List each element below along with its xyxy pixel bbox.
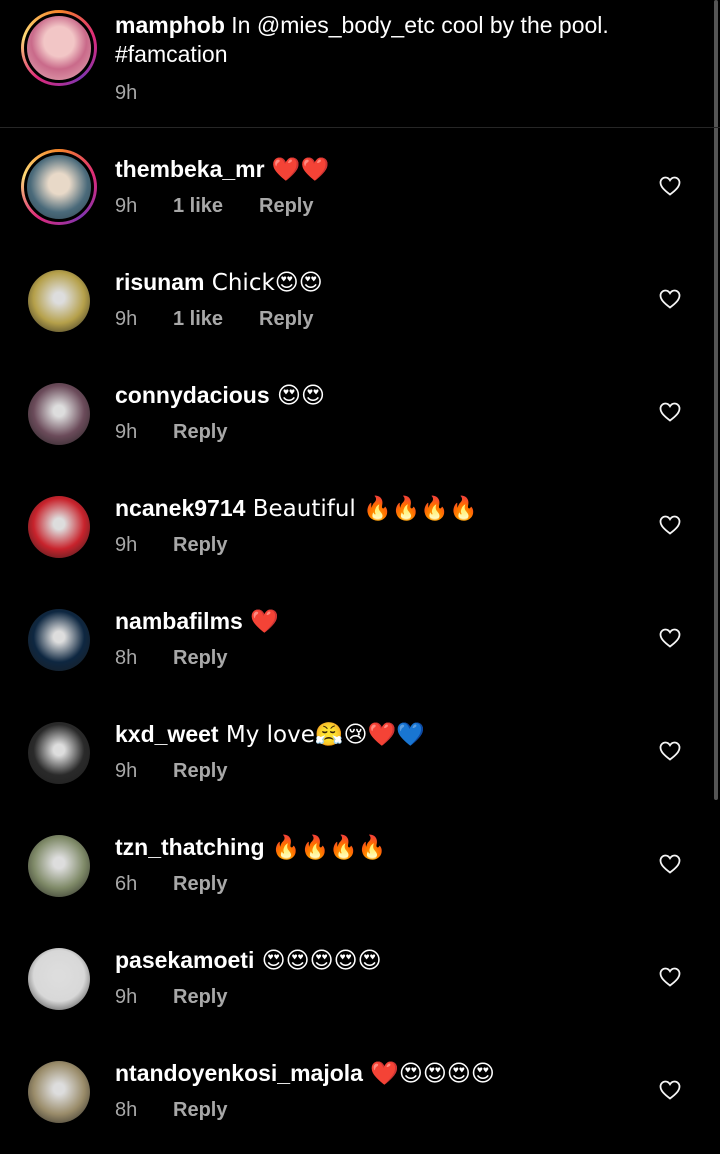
comment-meta: 9h Reply	[115, 986, 227, 1009]
comment-body: ❤️	[242, 609, 279, 635]
like-heart-icon[interactable]	[658, 1078, 682, 1102]
comment-body: 🔥🔥🔥🔥	[264, 835, 387, 861]
comment-username[interactable]: nambafilms	[115, 608, 243, 634]
comment-row: ntandoyenkosi_majola ❤️😍😍😍😍 8h Reply	[0, 1041, 720, 1154]
comment-likes[interactable]: 1 like	[173, 308, 259, 331]
like-heart-icon[interactable]	[658, 400, 682, 424]
comment-row: ncanek9714 Beautiful 🔥🔥🔥🔥 9h Reply	[0, 476, 720, 589]
avatar[interactable]	[28, 383, 90, 445]
reply-button[interactable]: Reply	[173, 1099, 227, 1122]
comment-body: Chick😍😍	[204, 270, 323, 296]
like-heart-icon[interactable]	[658, 739, 682, 763]
comment-body: ❤️😍😍😍😍	[362, 1061, 495, 1087]
comment-time: 6h	[115, 873, 138, 895]
avatar[interactable]	[21, 10, 97, 86]
comment-time: 8h	[115, 647, 138, 669]
caption-meta: 9h	[115, 82, 173, 105]
like-heart-icon[interactable]	[658, 626, 682, 650]
comment-row: pasekamoeti 😍😍😍😍😍 9h Reply	[0, 928, 720, 1041]
comment-meta: 9h 1 like Reply	[115, 308, 313, 331]
reply-button[interactable]: Reply	[173, 647, 227, 670]
comment-text: ncanek9714 Beautiful 🔥🔥🔥🔥	[115, 494, 655, 524]
avatar[interactable]	[28, 496, 90, 558]
comment-likes[interactable]: 1 like	[173, 195, 259, 218]
like-heart-icon[interactable]	[658, 513, 682, 537]
comment-text: risunam Chick😍😍	[115, 268, 655, 298]
avatar[interactable]	[28, 722, 90, 784]
comment-meta: 9h 1 like Reply	[115, 195, 313, 218]
comment-username[interactable]: thembeka_mr	[115, 156, 265, 182]
comment-time: 9h	[115, 534, 138, 556]
avatar[interactable]	[28, 609, 90, 671]
comment-meta: 8h Reply	[115, 647, 227, 670]
avatar[interactable]	[28, 270, 90, 332]
reply-button[interactable]: Reply	[259, 195, 313, 218]
comment-meta: 8h Reply	[115, 1099, 227, 1122]
comment-body: 😍😍	[269, 383, 325, 409]
comment-username[interactable]: kxd_weet	[115, 721, 219, 747]
comment-text: thembeka_mr ❤️❤️	[115, 155, 655, 185]
comment-meta: 9h Reply	[115, 421, 227, 444]
comment-meta: 9h Reply	[115, 534, 227, 557]
caption-time: 9h	[115, 82, 138, 104]
comment-time: 9h	[115, 195, 138, 217]
reply-button[interactable]: Reply	[173, 421, 227, 444]
caption-username[interactable]: mamphob	[115, 12, 225, 38]
comment-meta: 6h Reply	[115, 873, 227, 896]
comment-username[interactable]: connydacious	[115, 382, 270, 408]
reply-button[interactable]: Reply	[173, 986, 227, 1009]
comment-text: kxd_weet My love😤😢❤️💙	[115, 720, 655, 750]
reply-button[interactable]: Reply	[259, 308, 313, 331]
comment-time: 9h	[115, 308, 138, 330]
comment-row: tzn_thatching 🔥🔥🔥🔥 6h Reply	[0, 815, 720, 928]
caption-body: In @mies_body_etc cool by the pool.	[224, 12, 609, 38]
like-heart-icon[interactable]	[658, 287, 682, 311]
comment-text: connydacious 😍😍	[115, 381, 655, 411]
comment-row: connydacious 😍😍 9h Reply	[0, 363, 720, 476]
like-heart-icon[interactable]	[658, 965, 682, 989]
comment-time: 8h	[115, 1099, 138, 1121]
comment-text: pasekamoeti 😍😍😍😍😍	[115, 946, 655, 976]
comment-username[interactable]: ncanek9714	[115, 495, 245, 521]
comment-body: Beautiful 🔥🔥🔥🔥	[245, 496, 478, 522]
post-caption: mamphob In @mies_body_etc cool by the po…	[0, 0, 720, 128]
like-heart-icon[interactable]	[658, 174, 682, 198]
avatar[interactable]	[28, 835, 90, 897]
caption-text: mamphob In @mies_body_etc cool by the po…	[115, 11, 705, 69]
avatar[interactable]	[28, 1061, 90, 1123]
comment-time: 9h	[115, 986, 138, 1008]
comment-row: kxd_weet My love😤😢❤️💙 9h Reply	[0, 702, 720, 815]
comment-time: 9h	[115, 760, 138, 782]
comment-username[interactable]: ntandoyenkosi_majola	[115, 1060, 363, 1086]
reply-button[interactable]: Reply	[173, 760, 227, 783]
comment-row: nambafilms ❤️ 8h Reply	[0, 589, 720, 702]
comment-time: 9h	[115, 421, 138, 443]
comment-meta: 9h Reply	[115, 760, 227, 783]
comment-text: tzn_thatching 🔥🔥🔥🔥	[115, 833, 655, 863]
comment-username[interactable]: tzn_thatching	[115, 834, 265, 860]
comment-username[interactable]: risunam	[115, 269, 204, 295]
like-heart-icon[interactable]	[658, 852, 682, 876]
comment-username[interactable]: pasekamoeti	[115, 947, 254, 973]
avatar[interactable]	[28, 948, 90, 1010]
caption-hashtag[interactable]: #famcation	[115, 41, 228, 67]
reply-button[interactable]: Reply	[173, 534, 227, 557]
reply-button[interactable]: Reply	[173, 873, 227, 896]
comment-row: risunam Chick😍😍 9h 1 like Reply	[0, 250, 720, 363]
comment-text: ntandoyenkosi_majola ❤️😍😍😍😍	[115, 1059, 655, 1089]
comment-row: thembeka_mr ❤️❤️ 9h 1 like Reply	[0, 137, 720, 250]
comment-text: nambafilms ❤️	[115, 607, 655, 637]
comment-body: 😍😍😍😍😍	[254, 948, 382, 974]
comment-body: ❤️❤️	[264, 157, 330, 183]
avatar[interactable]	[21, 149, 97, 225]
comment-body: My love😤😢❤️💙	[218, 722, 425, 748]
